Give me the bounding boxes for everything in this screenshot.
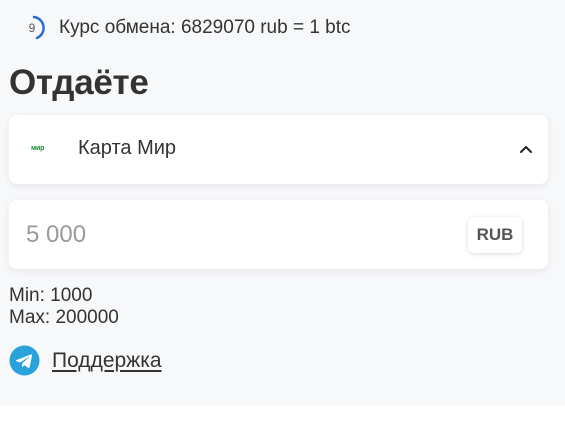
payment-method-select[interactable]: мир Карта Мир (9, 115, 548, 184)
mir-logo-icon: мир (31, 145, 45, 152)
amount-field-card: RUB (9, 200, 548, 269)
exchange-panel: 9 Курс обмена: 6829070 rub = 1 btc Отдаё… (0, 0, 565, 406)
give-amount-input[interactable] (26, 217, 446, 253)
give-section-title: Отдаёте (9, 63, 149, 102)
countdown-value: 9 (28, 21, 36, 35)
payment-method-label: Карта Мир (78, 137, 177, 159)
max-limit: Max: 200000 (9, 307, 119, 328)
amount-limits: Min: 1000 Max: 200000 (9, 285, 119, 329)
support-link[interactable]: Поддержка (52, 349, 162, 373)
currency-badge: RUB (468, 217, 522, 253)
telegram-icon[interactable] (9, 345, 40, 376)
exchange-rate-text: Курс обмена: 6829070 rub = 1 btc (59, 17, 351, 38)
chevron-up-icon[interactable] (518, 141, 534, 157)
support-link-row[interactable]: Поддержка (9, 345, 162, 376)
exchange-rate-row: 9 Курс обмена: 6829070 rub = 1 btc (20, 8, 351, 48)
min-limit: Min: 1000 (9, 285, 93, 306)
countdown-timer: 9 (20, 14, 48, 42)
